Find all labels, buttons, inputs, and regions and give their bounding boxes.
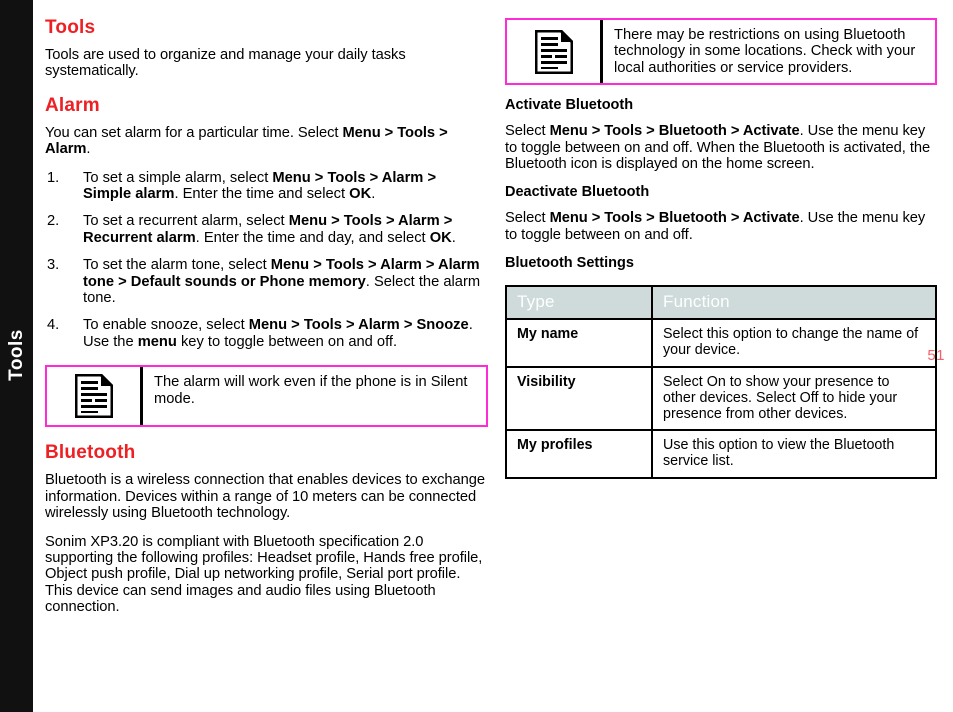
step-number: 1. — [47, 169, 60, 186]
note-callout-bluetooth-restrictions: There may be restrictions on using Bluet… — [505, 18, 937, 86]
step-post: key to toggle between on and off. — [176, 333, 398, 350]
step-mid: . Enter the time and select — [174, 186, 350, 203]
step-bold-1: Menu > Tools > Alarm > Snooze — [248, 317, 469, 334]
list-item: 4. To enable snooze, select Menu > Tools … — [45, 317, 488, 350]
subheading-bluetooth-settings: Bluetooth Settings — [505, 255, 634, 272]
table-row: Visibility Select On to show your presen… — [505, 365, 937, 432]
activate-pre: Select — [505, 123, 550, 140]
table-header-type: Type — [505, 285, 653, 321]
alarm-steps-list: 1. To set a simple alarm, select Menu > T… — [45, 170, 488, 351]
activate-bluetooth-paragraph: Select Menu > Tools > Bluetooth > Activa… — [505, 123, 937, 172]
document-note-icon — [534, 29, 573, 74]
bluetooth-paragraph-1: Bluetooth is a wireless connection that … — [45, 472, 486, 522]
bluetooth-settings-table: Type Function My name Select this option… — [505, 285, 937, 479]
list-item: 1. To set a simple alarm, select Menu > T… — [45, 170, 488, 203]
table-cell-function: Select this option to change the name of… — [651, 318, 937, 368]
deactivate-bold: Menu > Tools > Bluetooth > Activate — [549, 210, 800, 227]
note-callout-alarm: The alarm will work even if the phone is… — [45, 365, 488, 428]
step-number: 4. — [47, 317, 60, 334]
step-pre: To set a simple alarm, select — [83, 169, 273, 186]
step-pre: To enable snooze, select — [83, 317, 249, 334]
deactivate-pre: Select — [505, 210, 550, 227]
table-header-function: Function — [651, 285, 937, 321]
table-cell-type: My profiles — [505, 429, 653, 479]
section-heading-bluetooth: Bluetooth — [45, 442, 136, 464]
step-mid: . Enter the time and day, and select — [195, 229, 430, 246]
left-column: Tools Tools are used to organize and man… — [45, 18, 488, 616]
right-column: There may be restrictions on using Bluet… — [505, 18, 937, 479]
note-text: There may be restrictions on using Bluet… — [614, 27, 916, 76]
table-cell-type: My name — [505, 318, 653, 368]
step-post: . — [371, 186, 376, 203]
table-head: Type Function — [505, 285, 937, 321]
section-heading-tools: Tools — [45, 17, 96, 38]
table-row: My profiles Use this option to view the … — [505, 429, 937, 479]
table-row: My name Select this option to change the… — [505, 318, 937, 368]
list-item: 2. To set a recurrent alarm, select Menu … — [45, 213, 488, 246]
activate-bold: Menu > Tools > Bluetooth > Activate — [549, 123, 800, 140]
alarm-intro-paragraph: You can set alarm for a particular time.… — [45, 125, 488, 158]
bluetooth-paragraph-2: Sonim XP3.20 is compliant with Bluetooth… — [45, 533, 483, 616]
subheading-activate-bluetooth: Activate Bluetooth — [505, 97, 634, 114]
side-tab: Tools — [0, 0, 33, 712]
note-text: The alarm will work even if the phone is… — [154, 374, 468, 407]
table-body: My name Select this option to change the… — [505, 318, 937, 479]
subheading-deactivate-bluetooth: Deactivate Bluetooth — [505, 184, 650, 201]
alarm-intro-pre: You can set alarm for a particular time.… — [45, 124, 343, 141]
side-tab-label: Tools — [5, 329, 27, 381]
step-post: . — [451, 229, 456, 246]
deactivate-bluetooth-paragraph: Select Menu > Tools > Bluetooth > Activa… — [505, 210, 937, 243]
section-heading-alarm: Alarm — [45, 94, 100, 116]
step-pre: To set a recurrent alarm, select — [83, 213, 289, 230]
step-number: 2. — [47, 213, 60, 230]
step-bold-2: OK — [349, 186, 372, 203]
note-icon-cell — [47, 367, 143, 426]
step-bold-2: menu — [137, 333, 177, 350]
table-header-row: Type Function — [505, 285, 937, 321]
alarm-intro-post: . — [86, 141, 91, 158]
step-pre: To set the alarm tone, select — [83, 257, 271, 274]
document-note-icon — [74, 374, 113, 419]
table-cell-type: Visibility — [505, 365, 653, 432]
note-icon-cell — [507, 20, 603, 84]
table-cell-function: Select On to show your presence to other… — [651, 365, 937, 432]
page-content: Tools Tools are used to organize and man… — [33, 0, 953, 712]
table-cell-function: Use this option to view the Bluetooth se… — [651, 429, 937, 479]
page-number: 51 — [927, 347, 945, 364]
step-number: 3. — [47, 257, 60, 274]
step-bold-2: OK — [429, 229, 452, 246]
tools-intro-paragraph: Tools are used to organize and manage yo… — [45, 47, 406, 80]
list-item: 3. To set the alarm tone, select Menu > T… — [45, 257, 488, 306]
